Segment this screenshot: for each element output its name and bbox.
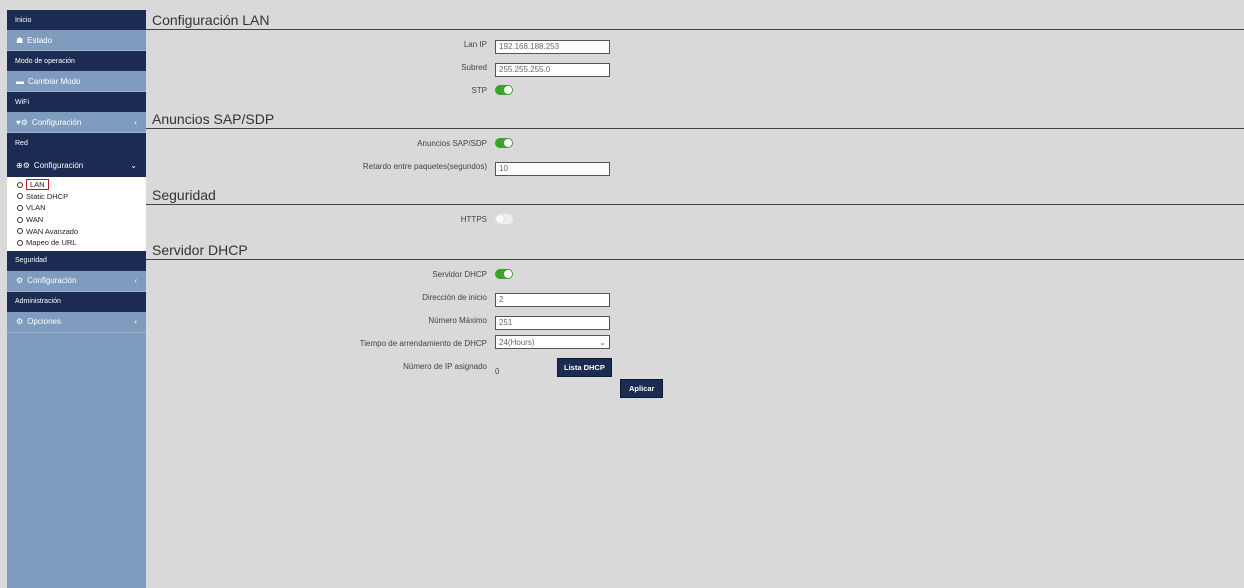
dhcp-server-toggle[interactable] — [495, 269, 513, 279]
apply-button[interactable]: Aplicar — [620, 379, 664, 398]
radio-icon — [17, 193, 23, 200]
sidebar-subitem-vlan[interactable]: VLAN — [17, 202, 146, 214]
row-sap-delay: Retardo entre paquetes(segundos) — [146, 156, 1244, 179]
dhcp-start-label: Dirección de inicio — [422, 293, 487, 302]
section-title-lan: Configuración LAN — [146, 10, 1244, 30]
section-title-security: Seguridad — [146, 185, 1244, 205]
lan-ip-label: Lan IP — [463, 40, 487, 49]
dhcp-assigned-value: 0 — [495, 367, 500, 376]
wifi-cog-icon: ♥⚙ — [16, 117, 28, 127]
stp-toggle[interactable] — [495, 85, 513, 95]
radio-icon — [17, 204, 23, 211]
sidebar-header-mode: Modo de operación — [7, 51, 146, 71]
row-stp: STP — [146, 80, 1244, 103]
radio-icon — [17, 181, 23, 188]
cogs-icon: ⚙ — [16, 276, 24, 286]
radio-icon — [17, 228, 23, 235]
radio-icon — [17, 239, 23, 246]
gear-icon: ⚙ — [16, 317, 24, 327]
sidebar: Inicio ☗ Estado Modo de operación ▬ Camb… — [7, 10, 146, 588]
sidebar-subitem-lan[interactable]: LAN — [17, 179, 146, 191]
sidebar-subitem-static-dhcp[interactable]: Static DHCP — [17, 191, 146, 203]
sap-delay-label: Retardo entre paquetes(segundos) — [362, 162, 487, 171]
sap-announce-toggle[interactable] — [495, 138, 513, 148]
https-label: HTTPS — [460, 215, 487, 224]
chevron-left-icon: ‹ — [134, 117, 137, 127]
lan-ip-input[interactable] — [495, 39, 610, 54]
sidebar-item-options[interactable]: ⚙ Opciones ‹ — [7, 311, 146, 333]
radio-icon — [17, 216, 23, 223]
sidebar-item-wifi-config[interactable]: ♥⚙ Configuración ‹ — [7, 112, 146, 133]
row-dhcp-assigned: Número de IP asignado 0 Lista DHCP — [146, 356, 1244, 378]
subnet-input[interactable] — [495, 62, 610, 77]
section-title-sap: Anuncios SAP/SDP — [146, 109, 1244, 129]
dhcp-server-label: Servidor DHCP — [432, 270, 487, 279]
row-dhcp-lease: Tiempo de arrendamiento de DHCP 24(Hours… — [146, 333, 1244, 356]
sidebar-header-home[interactable]: Inicio — [7, 10, 146, 30]
row-lan-ip: Lan IP — [146, 34, 1244, 57]
row-sap-announce: Anuncios SAP/SDP — [146, 133, 1244, 156]
home-icon: ☗ — [16, 35, 24, 45]
https-toggle[interactable] — [495, 214, 513, 224]
dhcp-lease-select[interactable]: 24(Hours) ⌄ — [495, 335, 610, 349]
sidebar-subitem-wan[interactable]: WAN — [17, 214, 146, 226]
sidebar-header-wifi: WiFi — [7, 92, 146, 112]
dhcp-lease-label: Tiempo de arrendamiento de DHCP — [359, 339, 487, 348]
sidebar-subitem-wan-advanced[interactable]: WAN Avanzado — [17, 225, 146, 237]
sap-delay-input[interactable] — [495, 161, 610, 176]
main-content: Configuración LAN Lan IP Subred STP Anun… — [146, 10, 1244, 588]
dhcp-max-label: Número Máximo — [428, 316, 487, 325]
sidebar-item-change-mode[interactable]: ▬ Cambiar Modo — [7, 71, 146, 92]
row-dhcp-start: Dirección de inicio — [146, 287, 1244, 310]
row-dhcp-max: Número Máximo — [146, 310, 1244, 333]
sidebar-subitem-url-mapping[interactable]: Mapeo de URL — [17, 237, 146, 249]
stp-label: STP — [471, 86, 487, 95]
row-dhcp-server: Servidor DHCP — [146, 264, 1244, 287]
sidebar-header-network: Red — [7, 133, 146, 153]
dhcp-list-button[interactable]: Lista DHCP — [557, 358, 612, 377]
chevron-left-icon: ‹ — [134, 276, 137, 286]
globe-cog-icon: ⊕⚙ — [16, 160, 30, 170]
chevron-left-icon: ‹ — [134, 317, 137, 327]
sidebar-item-security-config[interactable]: ⚙ Configuración ‹ — [7, 270, 146, 292]
sidebar-header-admin: Administración — [7, 291, 146, 312]
sidebar-item-network-config[interactable]: ⊕⚙ Configuración ⌄ — [7, 153, 146, 177]
subnet-label: Subred — [461, 63, 487, 72]
row-subnet: Subred — [146, 57, 1244, 80]
monitor-icon: ▬ — [16, 76, 24, 86]
row-https: HTTPS — [146, 209, 1244, 232]
chevron-down-icon: ⌄ — [599, 337, 606, 347]
section-title-dhcp: Servidor DHCP — [146, 240, 1244, 260]
network-submenu: LAN Static DHCP VLAN WAN WAN Avanzado Ma… — [7, 177, 146, 251]
sidebar-header-security: Seguridad — [7, 250, 146, 271]
dhcp-assigned-label: Número de IP asignado — [403, 362, 487, 371]
chevron-down-icon: ⌄ — [130, 160, 137, 170]
dhcp-start-input[interactable] — [495, 292, 610, 307]
sidebar-item-status[interactable]: ☗ Estado — [7, 30, 146, 51]
sap-announce-label: Anuncios SAP/SDP — [417, 139, 487, 148]
dhcp-max-input[interactable] — [495, 315, 610, 330]
